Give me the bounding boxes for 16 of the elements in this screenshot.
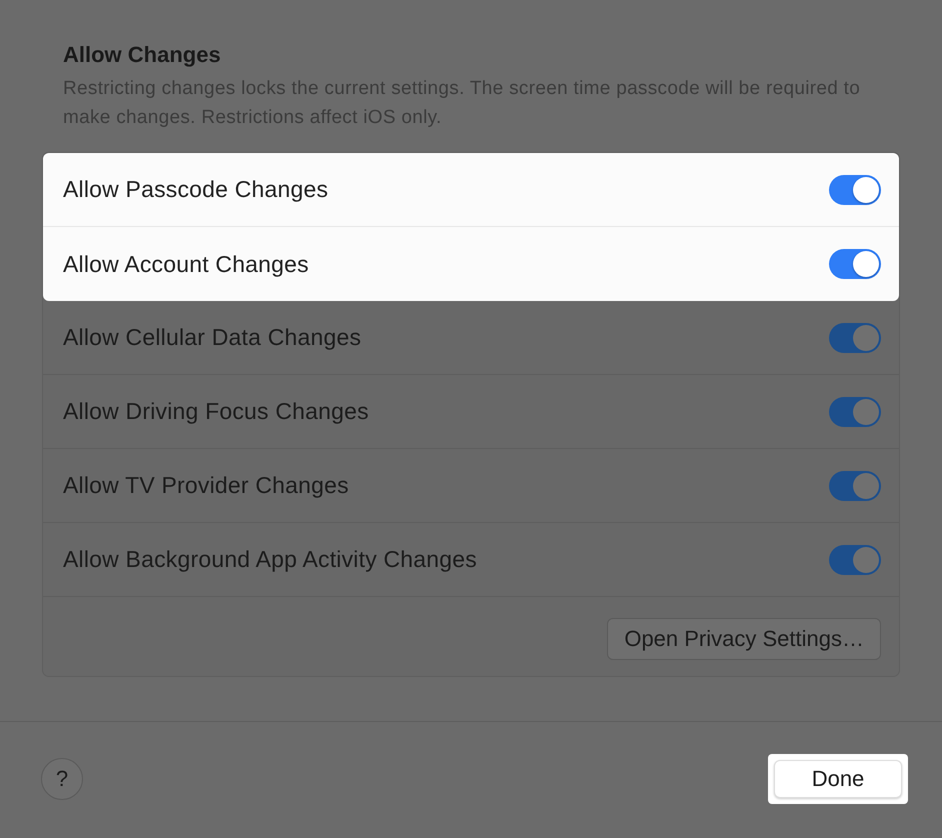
row-label: Allow Account Changes <box>63 250 309 278</box>
toggle-switch[interactable] <box>829 470 881 500</box>
open-privacy-settings-button[interactable]: Open Privacy Settings… <box>607 618 881 660</box>
row-label: Allow Cellular Data Changes <box>63 324 362 351</box>
row-label: Allow Driving Focus Changes <box>63 398 369 425</box>
section-title: Allow Changes <box>63 42 222 68</box>
toggle-switch[interactable] <box>829 174 881 204</box>
row-label: Allow TV Provider Changes <box>63 472 349 499</box>
toggle-switch[interactable] <box>829 249 881 279</box>
row-label: Allow Background App Activity Changes <box>63 546 477 573</box>
row-label: Allow Passcode Changes <box>63 176 328 203</box>
help-button[interactable]: ? <box>41 758 83 800</box>
toggle-switch[interactable] <box>829 544 881 574</box>
toggle-switch[interactable] <box>829 322 881 352</box>
toggle-switch[interactable] <box>829 396 881 426</box>
done-button[interactable]: Done <box>774 760 902 798</box>
